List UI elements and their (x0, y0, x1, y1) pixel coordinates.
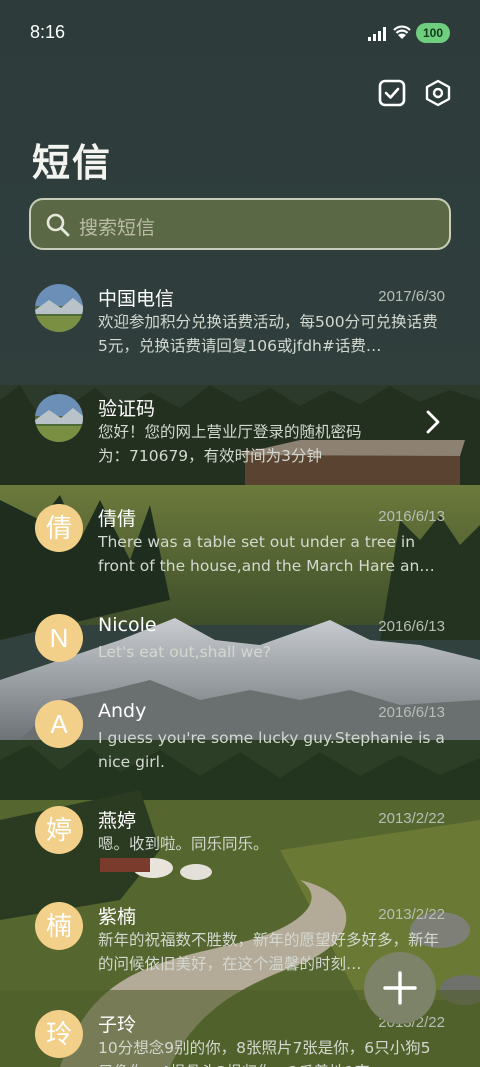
page-title: 短信 (32, 141, 113, 185)
avatar: N (35, 614, 83, 662)
battery-indicator: 100 (416, 23, 450, 43)
status-time: 8:16 (30, 22, 66, 42)
message-date: 2016/6/13 (378, 618, 445, 635)
contact-name: 紫楠 (98, 906, 137, 928)
message-date: 2013/2/22 (378, 906, 445, 923)
contact-name: 子玲 (98, 1014, 137, 1036)
contact-name: Andy (98, 700, 147, 722)
new-message-button[interactable] (364, 952, 436, 1024)
checkbox-icon[interactable] (377, 78, 407, 108)
message-preview: There was a table set out under a tree i… (98, 533, 435, 575)
message-preview: 欢迎参加积分兑换话费活动，每500分可兑换话费5元，兑换话费请回复106或jfd… (98, 313, 438, 355)
signal-icon (368, 26, 386, 45)
contact-name: 倩倩 (98, 508, 137, 530)
status-bar: 8:16 100 (0, 0, 480, 66)
avatar: 楠 (35, 902, 83, 950)
list-item[interactable]: 验证码 您好！您的网上营业厅登录的随机密码为：710679，有效时间为3分钟 (0, 380, 480, 490)
message-date: 2016/6/13 (378, 508, 445, 525)
wifi-icon (392, 24, 412, 44)
list-item[interactable]: N Nicole 2016/6/13 Let's eat out,shall w… (0, 600, 480, 686)
message-preview: Let's eat out,shall we? (98, 643, 271, 661)
list-item[interactable]: 婷 燕婷 2013/2/22 嗯。收到啦。同乐同乐。 (0, 792, 480, 888)
message-preview: 您好！您的网上营业厅登录的随机密码为：710679，有效时间为3分钟 (98, 423, 362, 465)
contact-name: 中国电信 (98, 288, 175, 310)
settings-icon[interactable] (423, 78, 453, 108)
avatar: 婷 (35, 806, 83, 854)
avatar (35, 284, 83, 332)
list-item[interactable]: A Andy 2016/6/13 I guess you're some luc… (0, 686, 480, 796)
contact-name: 燕婷 (98, 810, 137, 832)
chevron-right-icon[interactable] (426, 410, 440, 438)
message-date: 2016/6/13 (378, 704, 445, 721)
message-preview: 10分想念9别的你，8张照片7张是你，6只小狗5只像你，4根骨头3根归你，2爪着… (98, 1039, 431, 1067)
list-item[interactable]: 倩 倩倩 2016/6/13 There was a table set out… (0, 490, 480, 600)
avatar: 倩 (35, 504, 83, 552)
search-icon (45, 212, 71, 242)
plus-icon (382, 970, 418, 1010)
message-preview: 嗯。收到啦。同乐同乐。 (98, 835, 269, 853)
message-preview: I guess you're some lucky guy.Stephanie … (98, 729, 445, 771)
contact-name: Nicole (98, 614, 157, 636)
search-placeholder: 搜索短信 (79, 217, 156, 239)
avatar (35, 394, 83, 442)
avatar: 玲 (35, 1010, 83, 1058)
list-item[interactable]: 中国电信 2017/6/30 欢迎参加积分兑换话费活动，每500分可兑换话费5元… (0, 270, 480, 380)
search-input[interactable]: 搜索短信 (29, 198, 451, 250)
avatar: A (35, 700, 83, 748)
message-date: 2017/6/30 (378, 288, 445, 305)
contact-name: 验证码 (98, 398, 156, 420)
message-date: 2013/2/22 (378, 810, 445, 827)
